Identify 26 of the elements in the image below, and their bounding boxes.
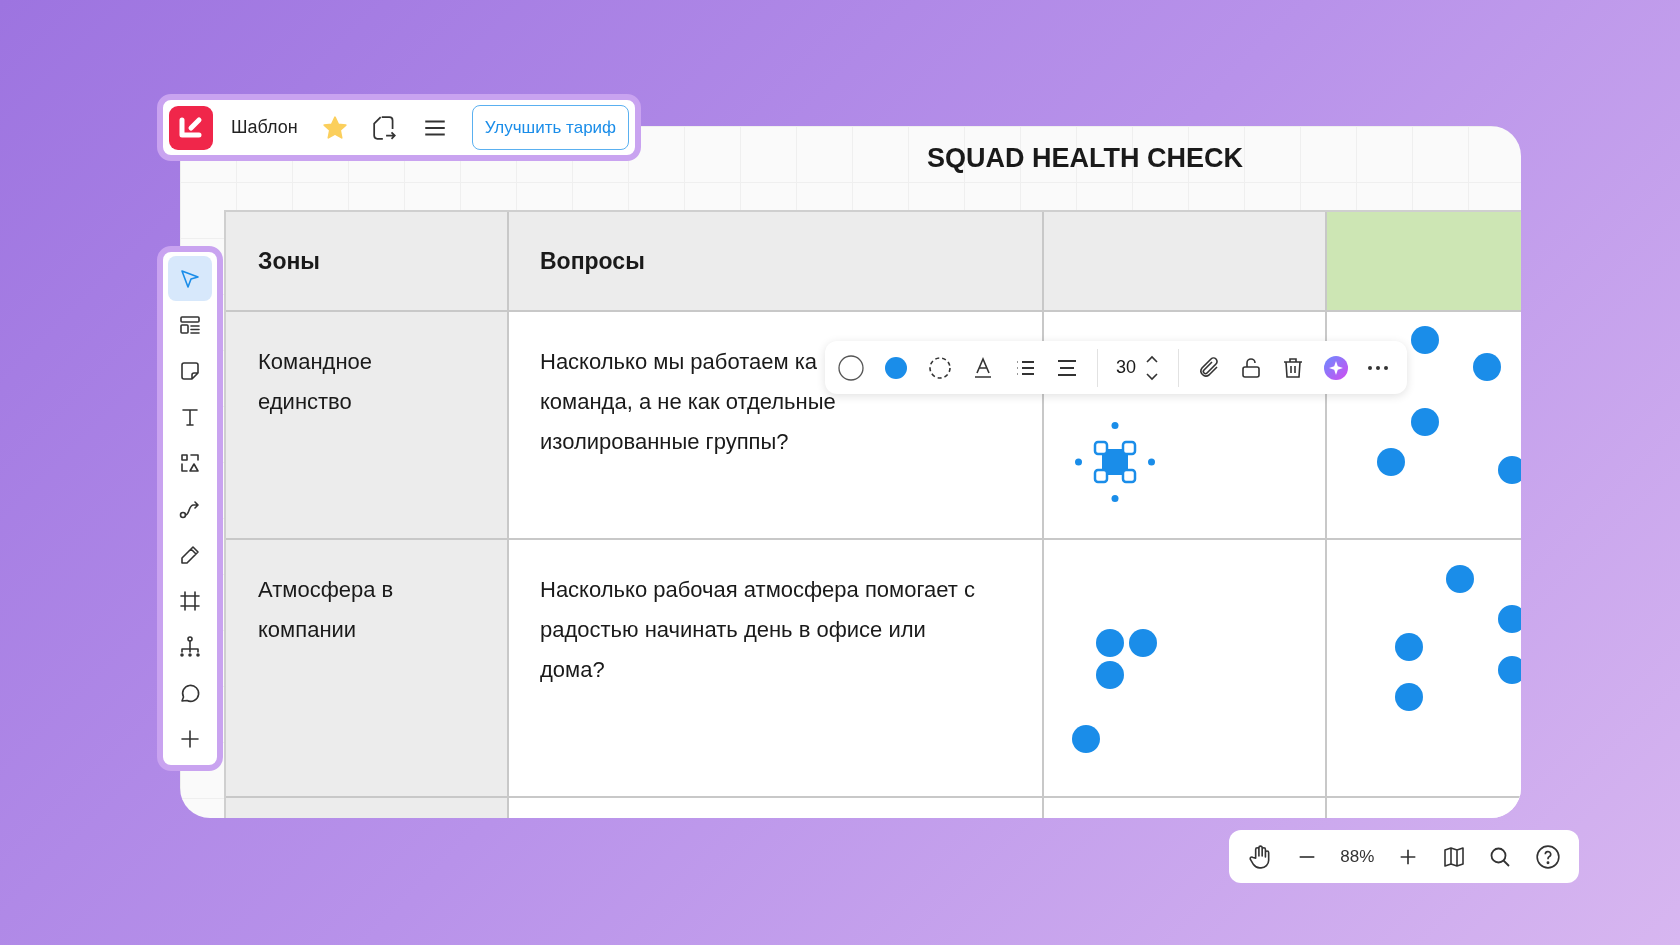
- more-icon[interactable]: [1367, 364, 1390, 371]
- question-text: Насколько мы работаем ка команда, а не как отдельные изолированные группы?: [540, 348, 836, 456]
- zone-label: Командное единство: [258, 348, 374, 416]
- dashed-border-icon[interactable]: [927, 354, 953, 381]
- star-icon[interactable]: [321, 114, 348, 141]
- org-chart-icon: [178, 634, 202, 659]
- map-icon[interactable]: [1441, 844, 1466, 869]
- fill-color-icon[interactable]: [883, 354, 909, 381]
- app-logo-icon[interactable]: [169, 105, 213, 150]
- sparkle-icon[interactable]: [1323, 354, 1350, 381]
- export-icon[interactable]: [371, 114, 398, 141]
- font-size-value[interactable]: 30: [1116, 357, 1137, 378]
- upgrade-button[interactable]: Улучшить тариф: [471, 105, 630, 150]
- no-fill-icon[interactable]: [837, 353, 865, 382]
- column-header-label: Вопросы: [540, 247, 645, 275]
- zoom-level: 88%: [1340, 846, 1375, 867]
- help-icon[interactable]: [1534, 843, 1561, 870]
- question-text: Насколько рабочая атмосфера помогает с радостью начинать день в офисе или дома?: [540, 576, 975, 684]
- column-header-label: Зоны: [258, 247, 320, 275]
- zone-label: Атмосфера в компании: [258, 576, 395, 644]
- board-name[interactable]: Шаблон: [231, 117, 298, 138]
- frame-icon: [178, 588, 202, 613]
- chevron-down-icon[interactable]: [1144, 370, 1161, 383]
- selected-dot-drawing[interactable]: [1075, 422, 1155, 502]
- select-tool[interactable]: [168, 256, 212, 301]
- board-title: SQUAD HEALTH CHECK: [926, 142, 1244, 174]
